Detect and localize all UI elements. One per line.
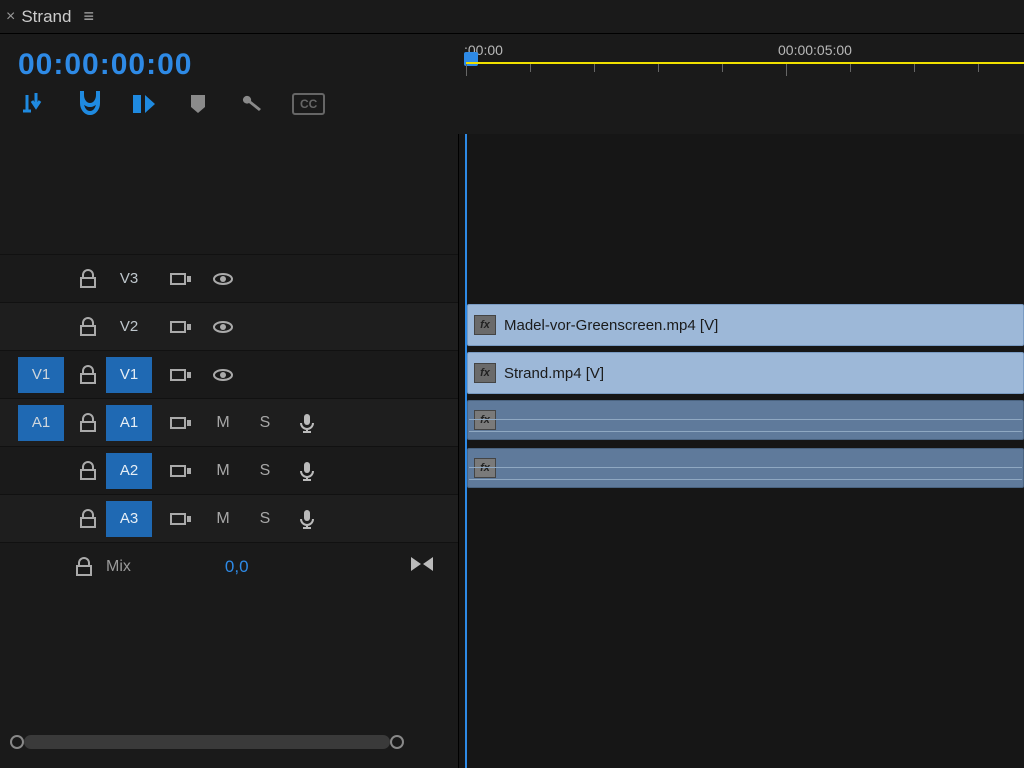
toggle-track-output-icon[interactable] <box>204 357 242 393</box>
mute-button[interactable]: M <box>204 501 242 537</box>
fx-badge-icon[interactable]: fx <box>474 315 496 335</box>
time-ruler[interactable]: :00:00 00:00:05:00 <box>458 34 1024 134</box>
track-row-v1: V1 V1 <box>0 350 458 398</box>
clip-v2[interactable]: fx Madel-vor-Greenscreen.mp4 [V] <box>467 304 1024 346</box>
snap-icon[interactable] <box>76 90 104 118</box>
track-target-v2[interactable]: V2 <box>106 309 152 345</box>
clip-label: Madel-vor-Greenscreen.mp4 [V] <box>504 317 718 334</box>
source-patch-v3[interactable] <box>18 261 64 297</box>
lock-icon[interactable] <box>70 549 98 585</box>
zoom-handle-left[interactable] <box>10 735 24 749</box>
mix-track-row: Mix 0,0 <box>0 542 458 590</box>
ruler-ticks <box>458 64 1024 78</box>
toggle-track-output-icon[interactable] <box>204 261 242 297</box>
track-row-a3: A3 M S <box>0 494 458 542</box>
solo-button[interactable]: S <box>246 453 284 489</box>
track-headers: V3 V2 V1 V1 A1 <box>0 134 458 768</box>
lane-a2[interactable]: fx <box>459 446 1024 494</box>
clip-label: Strand.mp4 [V] <box>504 365 604 382</box>
clip-a2[interactable]: fx <box>467 448 1024 488</box>
scrollbar-thumb[interactable] <box>24 735 390 749</box>
captions-icon[interactable]: CC <box>292 93 325 115</box>
mute-button[interactable]: M <box>204 405 242 441</box>
sync-lock-icon[interactable] <box>162 261 200 297</box>
sync-lock-icon[interactable] <box>162 453 200 489</box>
panel-tabbar: × Strand ≡ <box>0 0 1024 34</box>
lane-v2[interactable]: fx Madel-vor-Greenscreen.mp4 [V] <box>459 302 1024 350</box>
track-target-v3[interactable]: V3 <box>106 261 152 297</box>
sync-lock-icon[interactable] <box>162 501 200 537</box>
mix-label: Mix <box>106 558 131 576</box>
settings-wrench-icon[interactable] <box>238 90 266 118</box>
playhead-line[interactable] <box>465 134 467 768</box>
toggle-track-output-icon[interactable] <box>204 309 242 345</box>
track-row-a1: A1 A1 M S <box>0 398 458 446</box>
mute-button[interactable]: M <box>204 453 242 489</box>
track-target-a1[interactable]: A1 <box>106 405 152 441</box>
source-patch-a2[interactable] <box>18 453 64 489</box>
sequence-tab-title[interactable]: Strand <box>21 7 71 27</box>
sync-lock-icon[interactable] <box>162 405 200 441</box>
timeline-body: V3 V2 V1 V1 A1 <box>0 134 1024 768</box>
source-patch-a1[interactable]: A1 <box>18 405 64 441</box>
source-patch-v1[interactable]: V1 <box>18 357 64 393</box>
insert-overwrite-icon[interactable] <box>22 90 50 118</box>
track-target-a2[interactable]: A2 <box>106 453 152 489</box>
scrollbar-track[interactable] <box>24 739 390 745</box>
track-spacer <box>0 134 458 254</box>
timeline-header: 00:00:00:00 CC <box>0 34 1024 134</box>
ruler-labels: :00:00 00:00:05:00 <box>458 42 1024 60</box>
zoom-handle-right[interactable] <box>390 735 404 749</box>
panel-menu-icon[interactable]: ≡ <box>83 6 94 27</box>
track-row-v2: V2 <box>0 302 458 350</box>
track-row-a2: A2 M S <box>0 446 458 494</box>
source-patch-v2[interactable] <box>18 309 64 345</box>
track-target-v1[interactable]: V1 <box>106 357 152 393</box>
lane-a3[interactable] <box>459 494 1024 542</box>
tab-close-button[interactable]: × <box>6 8 15 26</box>
voiceover-record-icon[interactable] <box>288 453 326 489</box>
fx-badge-icon[interactable]: fx <box>474 410 496 430</box>
lock-icon[interactable] <box>74 309 102 345</box>
lock-icon[interactable] <box>74 405 102 441</box>
fx-badge-icon[interactable]: fx <box>474 363 496 383</box>
lock-icon[interactable] <box>74 453 102 489</box>
lock-icon[interactable] <box>74 261 102 297</box>
track-row-v3: V3 <box>0 254 458 302</box>
lane-v3[interactable] <box>459 254 1024 302</box>
voiceover-record-icon[interactable] <box>288 501 326 537</box>
lane-v1[interactable]: fx Strand.mp4 [V] <box>459 350 1024 398</box>
sync-lock-icon[interactable] <box>162 357 200 393</box>
lock-icon[interactable] <box>74 357 102 393</box>
voiceover-record-icon[interactable] <box>288 405 326 441</box>
lock-icon[interactable] <box>74 501 102 537</box>
header-left: 00:00:00:00 CC <box>0 34 458 134</box>
sync-lock-icon[interactable] <box>162 309 200 345</box>
timeline-toolbar: CC <box>18 90 458 118</box>
lane-a1[interactable]: fx <box>459 398 1024 446</box>
linked-selection-icon[interactable] <box>130 90 158 118</box>
clips-area[interactable]: fx Madel-vor-Greenscreen.mp4 [V] fx Stra… <box>458 134 1024 768</box>
mix-volume-value[interactable]: 0,0 <box>225 557 249 577</box>
source-patch-a3[interactable] <box>18 501 64 537</box>
clip-a1[interactable]: fx <box>467 400 1024 440</box>
track-target-a3[interactable]: A3 <box>106 501 152 537</box>
horizontal-zoom-scrollbar[interactable] <box>10 734 404 750</box>
playhead-timecode[interactable]: 00:00:00:00 <box>18 48 458 82</box>
marker-icon[interactable] <box>184 90 212 118</box>
fx-badge-icon[interactable]: fx <box>474 458 496 478</box>
solo-button[interactable]: S <box>246 501 284 537</box>
ruler-label: 00:00:05:00 <box>778 42 852 58</box>
clip-v1[interactable]: fx Strand.mp4 [V] <box>467 352 1024 394</box>
pan-balance-icon[interactable] <box>410 556 434 577</box>
timeline-panel: × Strand ≡ 00:00:00:00 <box>0 0 1024 768</box>
solo-button[interactable]: S <box>246 405 284 441</box>
